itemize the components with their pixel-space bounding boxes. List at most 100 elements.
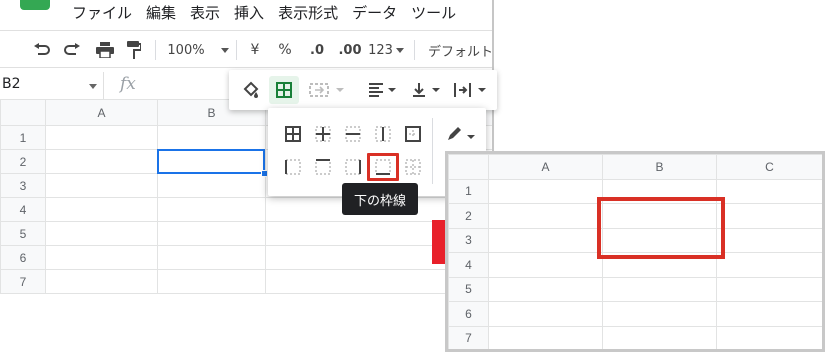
increase-decimal-button[interactable]: .00 xyxy=(334,31,366,69)
cell xyxy=(716,227,822,253)
row-header[interactable]: 3 xyxy=(0,173,46,198)
cell[interactable] xyxy=(157,245,266,270)
redo-icon[interactable] xyxy=(60,31,86,69)
fx-icon: fx xyxy=(120,74,136,94)
cell[interactable] xyxy=(157,173,266,198)
chevron-down-icon xyxy=(220,47,229,53)
cell[interactable] xyxy=(157,221,266,246)
fill-handle[interactable] xyxy=(261,170,268,177)
row-header: 1 xyxy=(448,178,489,204)
menu-edit[interactable]: 編集 xyxy=(146,2,176,26)
row-header[interactable]: 6 xyxy=(0,245,46,270)
vertical-borders-icon[interactable] xyxy=(371,122,395,146)
zoom-select[interactable]: 100% xyxy=(166,31,230,69)
print-icon[interactable] xyxy=(92,31,118,69)
menu-file[interactable]: ファイル xyxy=(72,2,132,26)
column-header: A xyxy=(488,154,603,180)
paint-format-icon[interactable] xyxy=(122,31,146,69)
cell-b2[interactable] xyxy=(157,149,266,174)
cell xyxy=(488,325,603,349)
cell xyxy=(716,276,822,302)
cell xyxy=(488,227,603,253)
menu-bar: ファイル 編集 表示 挿入 表示形式 データ ツール xyxy=(72,2,456,26)
column-header: B xyxy=(602,154,717,180)
cell[interactable] xyxy=(45,197,158,222)
cell[interactable] xyxy=(45,221,158,246)
cell[interactable] xyxy=(45,269,158,294)
row-header: 3 xyxy=(448,227,489,253)
menu-format[interactable]: 表示形式 xyxy=(278,2,338,26)
fill-color-icon[interactable] xyxy=(237,70,265,110)
row-header[interactable]: 4 xyxy=(0,197,46,222)
row-header: 2 xyxy=(448,203,489,229)
row-header[interactable]: 1 xyxy=(0,125,46,150)
toolbar: 100% ¥ % .0 .00 123 デフォルト xyxy=(0,30,494,69)
top-border-icon[interactable] xyxy=(311,155,335,179)
result-preview: A B C 1 2 3 4 5 6 7 xyxy=(445,151,825,352)
font-name: デフォルト xyxy=(428,44,494,60)
cell xyxy=(488,203,603,229)
clear-borders-icon[interactable] xyxy=(401,155,425,179)
horizontal-align-icon[interactable] xyxy=(365,70,401,110)
cell[interactable] xyxy=(157,269,266,294)
row-header[interactable]: 2 xyxy=(0,149,46,174)
cell xyxy=(602,252,717,278)
horizontal-borders-icon[interactable] xyxy=(341,122,365,146)
currency-button[interactable]: ¥ xyxy=(244,31,266,69)
cell xyxy=(602,325,717,349)
menu-data[interactable]: データ xyxy=(352,2,397,26)
chevron-down-icon xyxy=(89,84,97,89)
menu-view[interactable]: 表示 xyxy=(190,2,220,26)
left-border-icon[interactable] xyxy=(281,155,305,179)
cell xyxy=(602,301,717,327)
cell[interactable] xyxy=(157,197,266,222)
cell xyxy=(488,301,603,327)
cell xyxy=(602,178,717,204)
font-select[interactable]: デフォルト xyxy=(428,31,494,69)
decrease-decimal-button[interactable]: .0 xyxy=(302,31,332,69)
name-box[interactable]: B2 xyxy=(0,72,104,100)
name-box-value: B2 xyxy=(2,76,21,92)
menu-insert[interactable]: 挿入 xyxy=(234,2,264,26)
undo-icon[interactable] xyxy=(28,31,54,69)
row-header[interactable]: 5 xyxy=(0,221,46,246)
all-borders-icon[interactable] xyxy=(281,122,305,146)
cell xyxy=(488,276,603,302)
select-all-corner[interactable] xyxy=(0,99,46,126)
percent-button[interactable]: % xyxy=(274,31,296,69)
cell[interactable] xyxy=(45,125,158,150)
chevron-down-icon xyxy=(395,47,404,53)
cell xyxy=(602,203,717,229)
cell xyxy=(488,178,603,204)
borders-icon[interactable] xyxy=(269,70,299,110)
menu-divider xyxy=(432,118,433,184)
row-header[interactable]: 7 xyxy=(0,269,46,294)
cell xyxy=(716,252,822,278)
formatting-toolbar-overflow xyxy=(229,70,497,110)
cell xyxy=(716,178,822,204)
outer-borders-icon[interactable] xyxy=(401,122,425,146)
cell[interactable] xyxy=(157,125,266,150)
merge-cells-icon[interactable] xyxy=(305,70,349,110)
cell xyxy=(602,227,717,253)
cell xyxy=(602,276,717,302)
select-all-corner xyxy=(448,154,489,180)
text-wrap-icon[interactable] xyxy=(451,70,491,110)
menu-tools[interactable]: ツール xyxy=(411,2,456,26)
cell[interactable] xyxy=(45,245,158,270)
vertical-align-icon[interactable] xyxy=(409,70,445,110)
row-header: 6 xyxy=(448,301,489,327)
row-header: 7 xyxy=(448,325,489,349)
cell xyxy=(488,252,603,278)
tooltip: 下の枠線 xyxy=(342,183,418,215)
inner-borders-icon[interactable] xyxy=(311,122,335,146)
right-border-icon[interactable] xyxy=(341,155,365,179)
column-header[interactable]: A xyxy=(45,99,158,126)
more-formats-button[interactable]: 123 xyxy=(366,31,406,69)
result-grid: A B C 1 2 3 4 5 6 7 xyxy=(448,154,822,349)
cell xyxy=(716,203,822,229)
row-header: 5 xyxy=(448,276,489,302)
cell[interactable] xyxy=(45,173,158,198)
cell[interactable] xyxy=(45,149,158,174)
border-color-icon[interactable] xyxy=(444,122,478,146)
